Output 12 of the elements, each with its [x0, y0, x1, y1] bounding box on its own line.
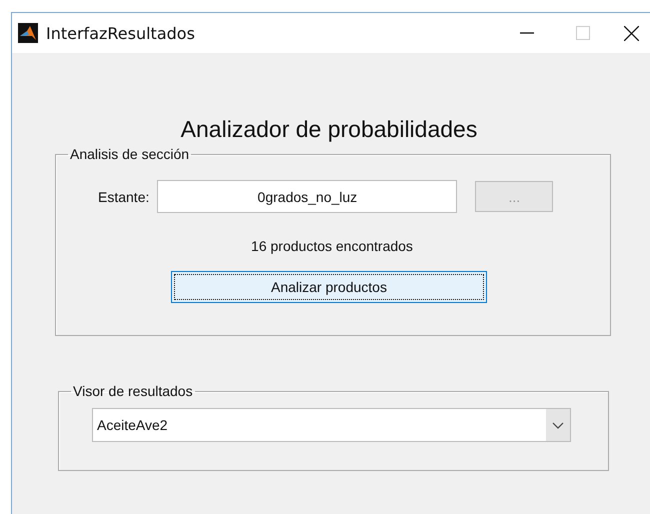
app-logo-icon: [18, 23, 38, 43]
close-icon[interactable]: [624, 26, 638, 40]
chevron-down-icon: [552, 422, 564, 428]
panel-legend: Visor de resultados: [71, 383, 195, 399]
results-dropdown[interactable]: AceiteAve2: [92, 408, 571, 442]
field-label: Estante:: [98, 188, 150, 204]
panel-legend: Analisis de sección: [68, 146, 192, 162]
shelf-field[interactable]: 0grados_no_luz: [157, 180, 458, 213]
window-title: InterfazResultados: [46, 24, 195, 42]
status-text: 16 productos encontrados: [250, 238, 414, 254]
analyze-button[interactable]: Analizar productos: [171, 271, 487, 303]
app-heading: Analizador de probabilidades: [180, 116, 478, 143]
